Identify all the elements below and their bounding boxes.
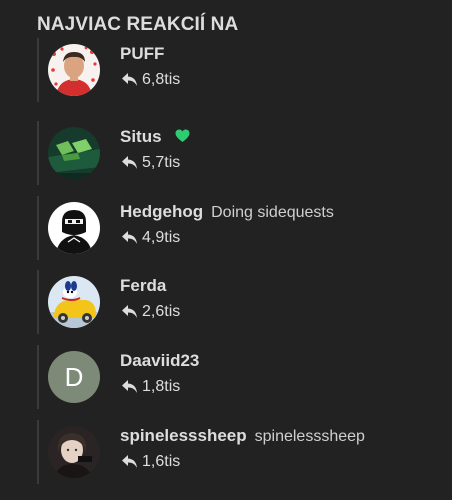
reaction-count-value: 2,6tis [142, 303, 181, 320]
reply-arrow-icon [122, 380, 137, 393]
reply-arrow-icon [122, 231, 137, 244]
list-item[interactable]: D Daaviid23 1,8tis [37, 345, 452, 409]
reply-arrow-icon [122, 156, 137, 169]
avatar-letter: D [65, 362, 84, 392]
username[interactable]: Hedgehog [120, 202, 203, 221]
reaction-count: 1,8tis [121, 378, 180, 396]
reaction-count: 1,6tis [121, 453, 180, 471]
profile-photo-green-icon [48, 127, 100, 179]
profile-photo-bw-icon [48, 202, 100, 254]
reaction-count-value: 1,6tis [142, 453, 181, 470]
username[interactable]: spinelesssheep [120, 426, 247, 445]
reaction-count-value: 4,9tis [142, 229, 181, 246]
avatar[interactable] [48, 426, 100, 478]
reply-arrow-icon [122, 305, 137, 318]
list-item[interactable]: Ferda 2,6tis [37, 270, 452, 334]
list-item[interactable]: PUFF 6,8tis [37, 38, 452, 102]
username[interactable]: Situs [120, 127, 162, 146]
reaction-count-value: 5,7tis [142, 154, 181, 171]
username[interactable]: PUFF [120, 44, 164, 63]
reaction-count-value: 6,8tis [142, 71, 181, 88]
avatar[interactable] [48, 202, 100, 254]
green-heart-icon [175, 128, 190, 148]
user-status: Doing sidequests [211, 204, 334, 221]
list-item[interactable]: Hedgehog Doing sidequests 4,9tis [37, 196, 452, 260]
profile-photo-cartoon-icon [48, 276, 100, 328]
username[interactable]: Ferda [120, 276, 166, 295]
list-item[interactable]: spinelesssheep spinelesssheep 1,6tis [37, 420, 452, 484]
user-status: spinelesssheep [254, 428, 365, 445]
username[interactable]: Daaviid23 [120, 351, 199, 370]
reaction-count: 4,9tis [121, 229, 180, 247]
letter-avatar-icon: D [48, 351, 100, 403]
reaction-count-value: 1,8tis [142, 378, 181, 395]
reaction-count: 2,6tis [121, 303, 180, 321]
panel-title: NAJVIAC REAKCIÍ NA [37, 14, 239, 35]
avatar[interactable]: D [48, 351, 100, 403]
reply-arrow-icon [122, 73, 137, 86]
reaction-count: 5,7tis [121, 154, 180, 172]
avatar[interactable] [48, 276, 100, 328]
reaction-count: 6,8tis [121, 71, 180, 89]
avatar[interactable] [48, 127, 100, 179]
reply-arrow-icon [122, 455, 137, 468]
profile-photo-red-icon [48, 44, 100, 96]
list-item[interactable]: Situs 5,7tis [37, 121, 452, 185]
profile-photo-dark-icon [48, 426, 100, 478]
avatar[interactable] [48, 44, 100, 96]
